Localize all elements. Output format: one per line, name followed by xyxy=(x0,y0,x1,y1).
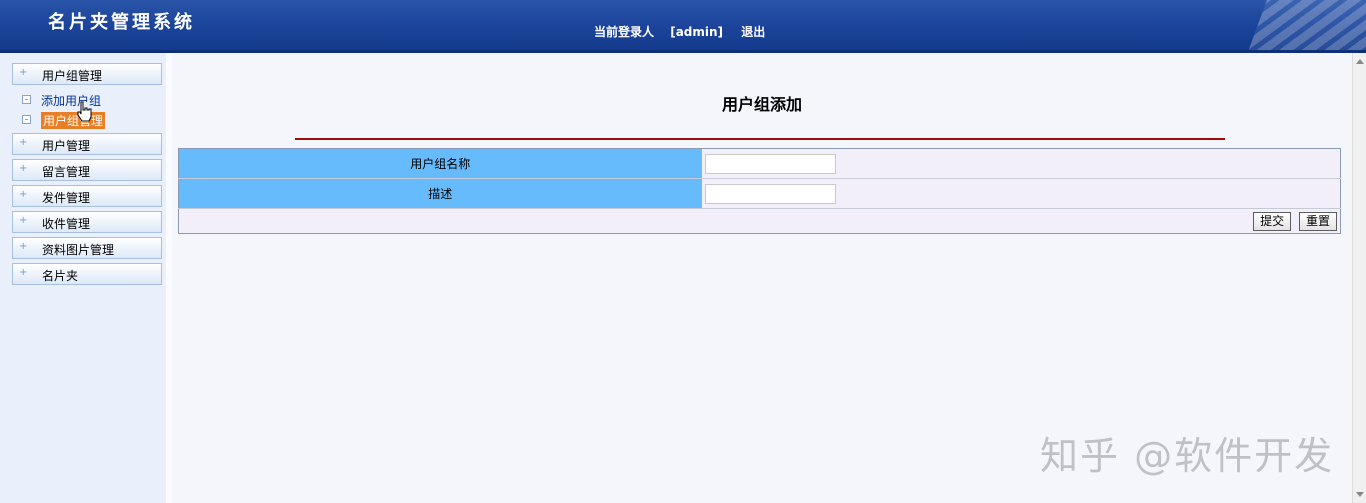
logout-link[interactable]: 退出 xyxy=(741,25,765,39)
form-row: 用户组名称 xyxy=(178,148,1341,179)
sidebar-menu-label: 留言管理 xyxy=(42,165,91,179)
description-label: 描述 xyxy=(178,178,702,209)
reset-button[interactable]: 重置 xyxy=(1298,211,1337,231)
vertical-scrollbar[interactable] xyxy=(1352,53,1366,503)
current-user: [admin] xyxy=(670,25,724,39)
expand-icon: + xyxy=(19,241,28,252)
sidebar-menu-label: 用户管理 xyxy=(42,139,91,153)
title-divider xyxy=(295,138,1225,140)
submit-button[interactable]: 提交 xyxy=(1253,211,1292,231)
description-input[interactable] xyxy=(704,183,836,204)
sidebar-menu-label: 发件管理 xyxy=(42,191,91,205)
sidebar-menu-outbox-management[interactable]: + 发件管理 xyxy=(12,185,162,207)
expand-icon: + xyxy=(19,163,28,174)
scroll-up-icon[interactable] xyxy=(1356,59,1364,64)
hand-cursor-icon xyxy=(77,101,92,122)
expand-icon: + xyxy=(19,137,28,148)
sidebar-item-label: 用户组管理 xyxy=(41,112,106,129)
group-name-input[interactable] xyxy=(704,153,836,174)
sidebar-menu-label: 名片夹 xyxy=(42,269,79,283)
header-banner: 名片夹管理系统 当前登录人 [admin] 退出 xyxy=(0,0,1366,53)
expand-icon: + xyxy=(19,267,28,278)
form-row: 描述 xyxy=(178,178,1341,209)
expand-icon: + xyxy=(19,189,28,200)
login-label: 当前登录人 xyxy=(594,25,655,39)
tree-node-icon xyxy=(22,95,31,104)
sidebar-menu-label: 用户组管理 xyxy=(42,69,103,83)
group-name-label: 用户组名称 xyxy=(178,148,702,179)
scroll-down-icon[interactable] xyxy=(1356,492,1364,497)
main-content: 用户组添加 用户组名称 描述 提交 重置 xyxy=(172,53,1352,503)
sidebar-menu-message-management[interactable]: + 留言管理 xyxy=(12,159,162,181)
sidebar-menu-group-management[interactable]: + 用户组管理 xyxy=(12,63,162,85)
expand-icon: + xyxy=(19,67,28,78)
sidebar-menu-inbox-management[interactable]: + 收件管理 xyxy=(12,211,162,233)
tree-node-icon xyxy=(22,115,31,124)
header-decoration xyxy=(1241,0,1366,50)
login-info: 当前登录人 [admin] 退出 xyxy=(594,23,765,40)
sidebar-menu-image-management[interactable]: + 资料图片管理 xyxy=(12,237,162,259)
sidebar-menu-label: 资料图片管理 xyxy=(42,243,115,257)
page-title: 用户组添加 xyxy=(721,95,802,114)
sidebar-menu-card-folder[interactable]: + 名片夹 xyxy=(12,263,162,285)
sidebar-menu-label: 收件管理 xyxy=(42,217,91,231)
group-add-form: 用户组名称 描述 提交 重置 xyxy=(178,148,1341,234)
expand-icon: + xyxy=(19,215,28,226)
form-actions-row: 提交 重置 xyxy=(179,209,1341,234)
sidebar-menu-user-management[interactable]: + 用户管理 xyxy=(12,133,162,155)
app-title: 名片夹管理系统 xyxy=(48,12,195,33)
